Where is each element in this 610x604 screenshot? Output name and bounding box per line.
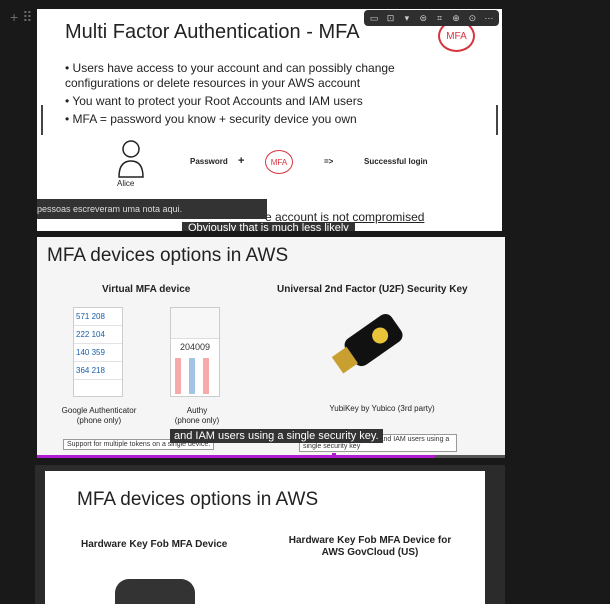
bullet-item: • Users have access to your account and … bbox=[65, 61, 395, 90]
comment-icon[interactable]: ▭ bbox=[367, 13, 381, 24]
bullet-item: • You want to protect your Root Accounts… bbox=[65, 94, 363, 108]
user-icon bbox=[118, 140, 144, 178]
security-key-icon bbox=[331, 314, 403, 374]
success-label: Successful login bbox=[364, 157, 428, 166]
divider bbox=[41, 105, 43, 135]
more-icon[interactable]: ⋯ bbox=[482, 13, 496, 24]
slide-title: Multi Factor Authentication - MFA bbox=[65, 21, 360, 43]
slide-image-1[interactable]: Multi Factor Authentication - MFA MFA • … bbox=[37, 9, 502, 231]
progress-thumb[interactable] bbox=[331, 453, 336, 458]
otp-code: 140 359 bbox=[74, 344, 122, 362]
slide-image-3[interactable]: MFA devices options in AWS Hardware Key … bbox=[35, 465, 505, 604]
slide-title: MFA devices options in AWS bbox=[47, 245, 289, 266]
otp-code: 364 218 bbox=[74, 362, 122, 380]
caption: Authy (phone only) bbox=[165, 406, 229, 426]
slide-image-2[interactable]: MFA devices options in AWS Virtual MFA d… bbox=[37, 237, 505, 458]
slide-title: MFA devices options in AWS bbox=[77, 489, 319, 510]
otp-code: 204009 bbox=[179, 342, 211, 352]
bullet-item: • MFA = password you know + security dev… bbox=[65, 112, 357, 126]
column-heading: Virtual MFA device bbox=[102, 284, 191, 295]
block-handle: + ⠿ bbox=[10, 10, 32, 24]
app-grid bbox=[175, 358, 215, 394]
caption-text: Google Authenticator (phone only) bbox=[61, 406, 137, 425]
image-toolbar: ▭ ⊡ ▾ ⊜ ⌗ ⊕ ⊙ ⋯ bbox=[364, 10, 499, 26]
caption-icon[interactable]: ⊜ bbox=[416, 13, 430, 24]
slide-content: MFA devices options in AWS Hardware Key … bbox=[45, 471, 485, 604]
google-authenticator-screenshot: 571 208 222 104 140 359 364 218 bbox=[73, 307, 123, 397]
otp-code: 222 104 bbox=[74, 326, 122, 344]
amazon-logo bbox=[171, 308, 219, 339]
arrow-label: => bbox=[324, 157, 334, 166]
mfa-icon: MFA bbox=[265, 150, 293, 174]
key-fob-icon bbox=[115, 579, 195, 604]
bullet-list: • Users have access to your account and … bbox=[65, 61, 465, 130]
video-subtitle: and IAM users using a single security ke… bbox=[170, 429, 383, 443]
align-icon[interactable]: ⊡ bbox=[384, 13, 398, 24]
password-label: Password bbox=[190, 157, 228, 166]
column-heading: Universal 2nd Factor (U2F) Security Key bbox=[277, 284, 468, 295]
otp-code: 571 208 bbox=[74, 308, 122, 326]
authy-screenshot: 204009 bbox=[170, 307, 220, 397]
comment-note[interactable]: pessoas escreveram uma nota aqui. bbox=[37, 199, 267, 219]
column-heading: Hardware Key Fob MFA Device for AWS GovC… bbox=[288, 535, 452, 558]
caption: YubiKey by Yubico (3rd party) bbox=[329, 404, 435, 413]
add-block-icon[interactable]: + bbox=[10, 10, 18, 24]
progress-fill bbox=[37, 455, 435, 458]
chevron-down-icon[interactable]: ▾ bbox=[400, 13, 414, 24]
plus-sign: + bbox=[238, 155, 245, 167]
download-icon[interactable]: ⊙ bbox=[465, 13, 479, 24]
drag-handle-icon[interactable]: ⠿ bbox=[22, 10, 32, 24]
divider bbox=[496, 105, 498, 135]
bottom-text-overlay: Obviously that is much less likely bbox=[182, 222, 355, 231]
user-label: Alice bbox=[117, 179, 135, 188]
crop-icon[interactable]: ⌗ bbox=[433, 13, 447, 24]
column-heading: Hardware Key Fob MFA Device bbox=[81, 539, 228, 550]
video-progress-bar[interactable] bbox=[37, 453, 505, 458]
zoom-icon[interactable]: ⊕ bbox=[449, 13, 463, 24]
caption: Google Authenticator (phone only) bbox=[57, 406, 141, 426]
caption-text: Authy (phone only) bbox=[174, 406, 220, 425]
